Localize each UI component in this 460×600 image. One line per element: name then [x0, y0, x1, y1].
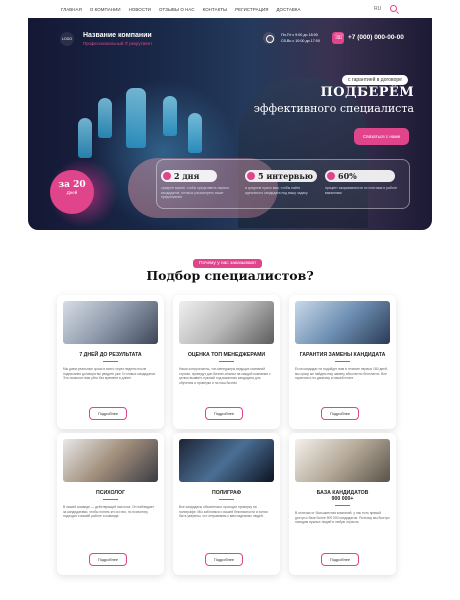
phone-number[interactable]: +7 (000) 000-00-00	[348, 34, 404, 41]
phone-icon[interactable]	[332, 32, 344, 44]
top-navigation: ГЛАВНАЯ О КОМПАНИИ НОВОСТИ ОТЗЫВЫ О НАС …	[0, 0, 460, 18]
stat-dot-icon	[247, 172, 255, 180]
divider	[335, 361, 350, 362]
nav-link-about[interactable]: О КОМПАНИИ	[90, 7, 121, 12]
card-description: В отличии от большинства компаний, у нас…	[295, 511, 390, 525]
feature-card: ПОЛИГРАФ Все кандидаты обязательно прохо…	[173, 433, 280, 575]
nav-link-delivery[interactable]: ДОСТАВКА	[276, 7, 300, 12]
stat-value: 2 дня	[174, 171, 200, 181]
stat-value: 5 интервью	[258, 171, 313, 181]
nav-link-registration[interactable]: РЕГИСТРАЦИЯ	[235, 7, 268, 12]
nav-link-reviews[interactable]: ОТЗЫВЫ О НАС	[159, 7, 195, 12]
badge-unit: Дней	[66, 190, 78, 195]
stat-pill: 2 дня	[161, 170, 217, 182]
card-title: 7 ДНЕЙ ДО РЕЗУЛЬТАТА	[79, 352, 142, 358]
nav-link-news[interactable]: НОВОСТИ	[129, 7, 151, 12]
divider	[103, 361, 118, 362]
divider	[335, 505, 350, 506]
card-title: ОЦЕНКА ТОП МЕНЕДЖЕРАМИ	[187, 352, 266, 358]
stat-pill: 5 интервью	[245, 170, 317, 182]
stat-dot-icon	[163, 172, 171, 180]
hologram-person-icon	[126, 88, 146, 148]
divider	[219, 499, 234, 500]
feature-card: БАЗА КАНДИДАТОВ 900 000+ В отличии от бо…	[289, 433, 396, 575]
more-button[interactable]: Подробнее	[205, 407, 243, 420]
stat-dot-icon	[327, 172, 335, 180]
feature-card: ГАРАНТИЯ ЗАМЕНЫ КАНДИДАТА Если кандидат …	[289, 295, 396, 429]
feature-card: 7 ДНЕЙ ДО РЕЗУЛЬТАТА Мы даем реальные ср…	[57, 295, 164, 429]
card-image	[295, 439, 390, 482]
company-name: Название компании	[83, 32, 152, 39]
more-button[interactable]: Подробнее	[205, 553, 243, 566]
section-eyebrow: Почему у нас заказывают	[193, 259, 263, 268]
stat-description: процент закрываемости по плотным в работ…	[325, 186, 397, 195]
stats-panel: 2 дня среднее время, чтобы представить п…	[156, 159, 410, 209]
hologram-person-icon	[188, 113, 202, 153]
badge-number: за 20	[58, 180, 86, 190]
card-image	[63, 301, 158, 344]
more-button[interactable]: Подробнее	[321, 407, 359, 420]
nav-link-contacts[interactable]: КОНТАКТЫ	[203, 7, 228, 12]
stat-description: среднее время, чтобы представить первых …	[161, 186, 230, 200]
search-icon[interactable]	[390, 5, 397, 12]
more-button[interactable]: Подробнее	[321, 553, 359, 566]
card-description: Все кандидаты обязательно проходят прове…	[179, 505, 268, 519]
hologram-person-icon	[98, 98, 112, 138]
card-description: Если кандидат не подойдет вам в течение …	[295, 367, 388, 381]
card-title: ГАРАНТИЯ ЗАМЕНЫ КАНДИДАТА	[299, 352, 386, 358]
card-description: В нашей команде — действующий психолог. …	[63, 505, 155, 519]
stat-description: в среднем нужно вам, чтобы найти идеальн…	[245, 186, 308, 195]
clock-icon	[263, 32, 275, 44]
working-hours-weekdays: Пн-Пт с 9:00 до 18:00	[281, 33, 318, 37]
company-logo[interactable]: LOGO	[60, 32, 74, 46]
divider	[103, 499, 118, 500]
card-title-count: 900 000+	[331, 496, 354, 502]
card-image	[295, 301, 390, 344]
hero-subtitle: эффективного специалиста	[253, 102, 414, 115]
card-description: Мы даем реальные сроки и всего через нед…	[63, 367, 156, 381]
card-title: ПОЛИГРАФ	[212, 490, 241, 496]
card-description: Наши консультанты, топ-менеджеры ведущих…	[179, 367, 271, 385]
hologram-person-icon	[78, 118, 92, 158]
divider	[219, 361, 234, 362]
card-image	[179, 439, 274, 482]
hologram-person-icon	[163, 96, 177, 136]
nav-link-home[interactable]: ГЛАВНАЯ	[61, 7, 82, 12]
guarantee-badge: с гарантией в договоре	[342, 75, 408, 85]
stat-pill: 60%	[325, 170, 395, 182]
more-button[interactable]: Подробнее	[89, 553, 127, 566]
stat-value: 60%	[338, 171, 357, 181]
hero-banner: LOGO Название компании Профессиональный …	[28, 18, 432, 230]
feature-card: ОЦЕНКА ТОП МЕНЕДЖЕРАМИ Наши консультанты…	[173, 295, 280, 429]
feature-card: ПСИХОЛОГ В нашей команде — действующий п…	[57, 433, 164, 575]
card-image	[179, 301, 274, 344]
section-title: Подбор специалистов?	[146, 268, 314, 283]
more-button[interactable]: Подробнее	[89, 407, 127, 420]
contact-us-button[interactable]: Связаться с нами	[354, 128, 409, 145]
hero-title: ПОДБЕРЁМ	[320, 85, 414, 100]
working-hours-weekend: Сб-Вс с 10:00 до 17:00	[281, 39, 320, 43]
language-flag-icon[interactable]: RU	[374, 6, 381, 12]
twenty-days-badge: за 20 Дней	[50, 170, 94, 214]
company-tagline: Профессиональный IT рекрутмент	[83, 41, 153, 46]
card-title: ПСИХОЛОГ	[95, 490, 126, 496]
card-image	[63, 439, 158, 482]
